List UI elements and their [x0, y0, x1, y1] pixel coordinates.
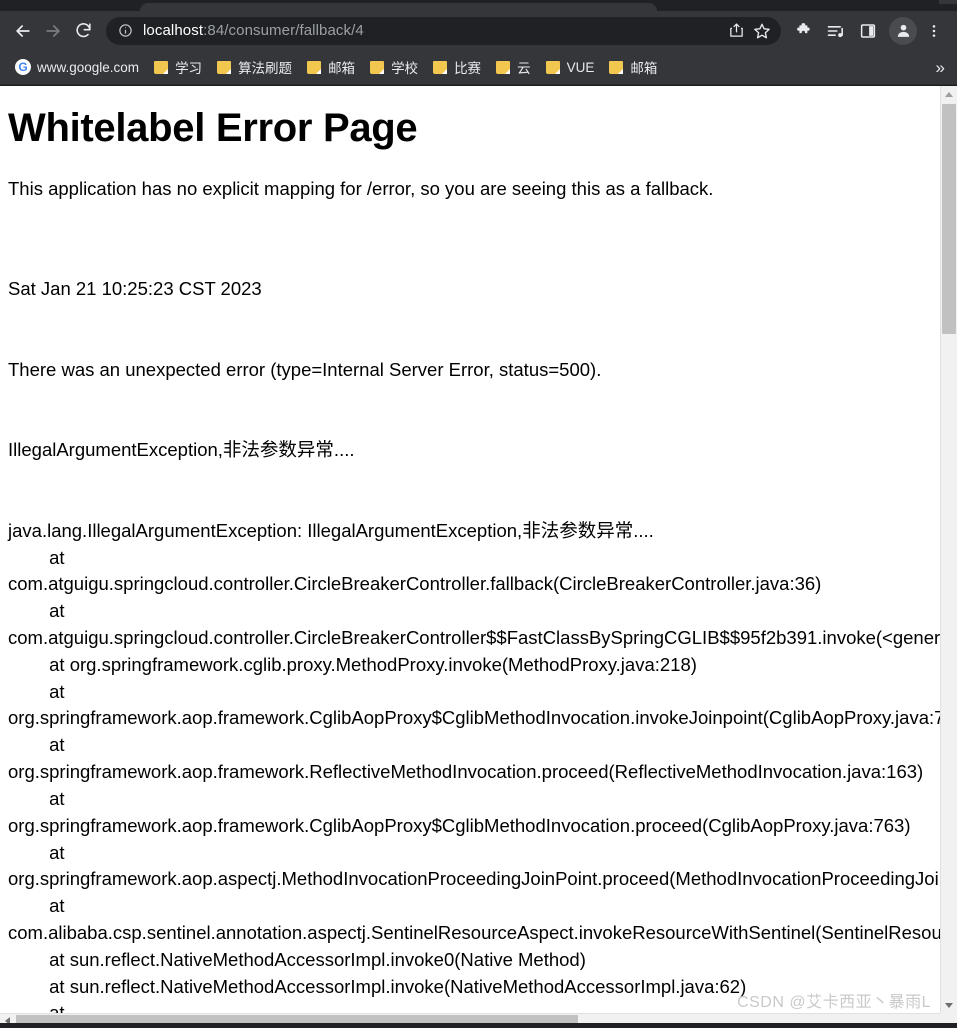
folder-icon [153, 59, 169, 75]
bookmark-folder-youxiang-1[interactable]: 邮箱 [299, 55, 362, 79]
bookmark-label: 学习 [175, 61, 203, 76]
error-summary: There was an unexpected error (type=Inte… [8, 358, 602, 380]
browser-toolbar: localhost:84/consumer/fallback/4 [0, 11, 957, 50]
panel-icon [860, 23, 876, 38]
page-title: Whitelabel Error Page [8, 106, 418, 150]
bookmark-label: 学校 [391, 61, 419, 76]
media-control-button[interactable] [821, 16, 851, 46]
url-host: localhost [143, 22, 204, 39]
stack-trace-line: com.atguigu.springcloud.controller.Circl… [8, 573, 822, 595]
bookmark-item-google[interactable]: G www.google.com [8, 55, 146, 79]
bookmark-folder-vue[interactable]: VUE [538, 55, 602, 79]
bookmark-folder-suanfashuati[interactable]: 算法刷题 [209, 55, 299, 79]
arrow-right-icon [46, 24, 60, 37]
stack-trace-line: com.atguigu.springcloud.controller.Circl… [8, 627, 940, 648]
stack-trace-line: org.springframework.aop.framework.CglibA… [8, 814, 911, 836]
bookmark-folder-youxiang-2[interactable]: 邮箱 [601, 55, 664, 79]
scroll-up-arrow-icon [945, 92, 953, 97]
stack-trace-line: at [8, 600, 65, 622]
tab-strip-right-sliver [939, 0, 957, 4]
back-button[interactable] [8, 16, 38, 46]
bookmark-folder-xuexi[interactable]: 学习 [146, 55, 209, 79]
url-path: :84/consumer/fallback/4 [203, 22, 364, 39]
star-icon[interactable] [749, 18, 775, 44]
bookmarks-bar: G www.google.com 学习 算法刷题 邮箱 学校 比赛 云 VUE … [0, 50, 957, 85]
stack-trace-line: at sun.reflect.NativeMethodAccessorImpl.… [8, 975, 747, 997]
bookmark-label: 邮箱 [328, 61, 356, 76]
bookmark-folder-yun[interactable]: 云 [488, 55, 538, 79]
stack-trace-line: org.springframework.aop.framework.Reflec… [8, 761, 924, 783]
three-dot-menu-icon [932, 24, 936, 37]
fallback-notice: This application has no explicit mapping… [8, 178, 714, 199]
folder-icon [545, 59, 561, 75]
bookmarks-overflow-button[interactable]: » [936, 59, 945, 76]
folder-icon [216, 59, 232, 75]
scroll-up-button[interactable] [941, 86, 957, 103]
stack-trace-line: at [8, 787, 65, 809]
google-favicon-icon: G [15, 59, 31, 75]
scroll-down-arrow-icon [945, 1003, 953, 1008]
profile-avatar-icon [897, 24, 909, 37]
side-panel-button[interactable] [853, 16, 883, 46]
arrow-left-icon [16, 24, 30, 37]
stack-trace-line: com.alibaba.csp.sentinel.annotation.aspe… [8, 921, 940, 943]
stack-trace-line: at sun.reflect.NativeMethodAccessorImpl.… [8, 948, 586, 970]
folder-icon [495, 59, 511, 75]
puzzle-icon [796, 23, 810, 34]
share-icon[interactable] [723, 18, 749, 44]
vertical-scrollbar[interactable] [940, 86, 957, 1014]
bookmark-folder-xuexiao[interactable]: 学校 [362, 55, 425, 79]
stack-trace-line: at [8, 841, 65, 863]
chrome-menu-button[interactable] [919, 16, 949, 46]
stack-trace-line: java.lang.IllegalArgumentException: Ille… [8, 519, 654, 541]
stack-trace-line: at [8, 895, 65, 917]
scroll-down-button[interactable] [941, 997, 957, 1014]
page-frame: Whitelabel Error Page This application h… [0, 86, 940, 1014]
stack-trace: java.lang.IllegalArgumentException: Ille… [8, 518, 940, 1014]
page-viewport: Whitelabel Error Page This application h… [0, 85, 957, 1028]
vertical-scrollbar-thumb[interactable] [942, 104, 956, 334]
bookmark-label: 云 [517, 61, 531, 76]
url-text[interactable]: localhost:84/consumer/fallback/4 [143, 22, 723, 39]
active-tab[interactable] [140, 3, 657, 11]
reload-button[interactable] [68, 16, 98, 46]
stack-trace-line: at [8, 546, 65, 568]
folder-icon [369, 59, 385, 75]
browser-window: localhost:84/consumer/fallback/4 G www.g… [0, 0, 957, 1028]
folder-icon [608, 59, 624, 75]
bookmark-label: 算法刷题 [238, 61, 293, 76]
playlist-note-icon [827, 25, 843, 37]
profile-button[interactable] [889, 16, 917, 45]
reload-icon [75, 23, 91, 38]
stack-trace-line: org.springframework.aop.aspectj.MethodIn… [8, 868, 940, 890]
error-timestamp: Sat Jan 21 10:25:23 CST 2023 [8, 278, 262, 300]
bookmark-label: 邮箱 [630, 61, 658, 76]
stack-trace-line: at [8, 680, 65, 702]
info-circle-icon[interactable] [116, 22, 134, 40]
stack-trace-line: at [8, 734, 65, 756]
address-bar[interactable]: localhost:84/consumer/fallback/4 [106, 16, 781, 45]
folder-icon [306, 59, 322, 75]
window-bottom-edge [0, 1023, 957, 1028]
extensions-button[interactable] [789, 16, 819, 46]
stack-trace-line: at [8, 1002, 65, 1014]
error-details: Sat Jan 21 10:25:23 CST 2023 There was a… [8, 223, 940, 1014]
bookmark-folder-bisai[interactable]: 比赛 [425, 55, 488, 79]
bookmark-label: www.google.com [37, 59, 140, 75]
bookmark-label: 比赛 [454, 61, 482, 76]
tab-strip [0, 0, 957, 11]
error-message: IllegalArgumentException,非法参数异常.... [8, 439, 355, 461]
stack-trace-line: at org.springframework.cglib.proxy.Metho… [8, 653, 697, 675]
folder-icon [432, 59, 448, 75]
error-page-content: Whitelabel Error Page This application h… [0, 86, 940, 1014]
bookmark-label: VUE [566, 59, 595, 75]
forward-button[interactable] [38, 16, 68, 46]
stack-trace-line: org.springframework.aop.framework.CglibA… [8, 707, 940, 729]
